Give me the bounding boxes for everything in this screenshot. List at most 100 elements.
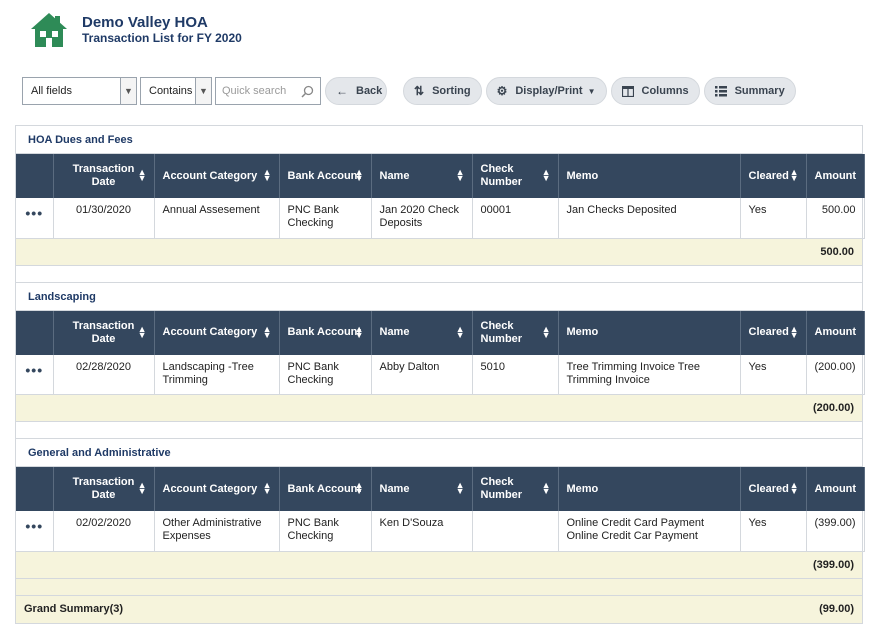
search-input[interactable]: Quick search	[215, 77, 321, 105]
col-label: Amount	[814, 326, 857, 338]
col-label: Memo	[566, 326, 599, 338]
col-label: Bank Account	[287, 169, 362, 182]
grand-summary-amount: (99.00)	[819, 603, 854, 615]
col-label: Memo	[566, 169, 599, 182]
group-subtotal: (399.00)	[16, 551, 862, 579]
col-account-category[interactable]: Account Category ▲ ▼	[154, 467, 280, 511]
col-label: Name	[379, 169, 410, 182]
cell-cleared: Yes	[740, 198, 807, 239]
table-row[interactable]: ••• 02/02/2020 Other Administrative Expe…	[16, 511, 865, 552]
search-icon[interactable]	[301, 85, 314, 98]
table-row[interactable]: ••• 02/28/2020 Landscaping -Tree Trimmin…	[16, 354, 865, 395]
col-account-category[interactable]: Account Category ▲ ▼	[154, 154, 280, 198]
col-label: Check Number	[480, 319, 523, 345]
col-label: Check Number	[480, 163, 523, 188]
col-transaction-date[interactable]: Transaction Date ▲ ▼	[53, 310, 155, 355]
sort-icon: ▲ ▼	[541, 167, 551, 183]
sort-icon: ▲ ▼	[789, 323, 799, 340]
col-label: Account Category	[162, 169, 258, 182]
group-subtotal: (200.00)	[16, 395, 862, 422]
caret-down-icon: ▼	[587, 86, 596, 96]
col-bank-account[interactable]: Bank Account ▲ ▼	[279, 154, 372, 198]
chevron-down-icon: ▼	[195, 78, 211, 104]
arrow-left-icon: ←	[336, 84, 348, 98]
field-select[interactable]: All fields ▼	[22, 77, 137, 105]
transaction-table: Transaction Date ▲ ▼ Account Category ▲ ▼ Ba…	[16, 467, 865, 552]
sort-icon: ▲ ▼	[354, 480, 364, 496]
col-name[interactable]: Name ▲ ▼	[371, 154, 473, 198]
sort-icon: ▲ ▼	[137, 480, 147, 496]
table-header-row: Transaction Date ▲ ▼ Account Category ▲ ▼ Ba…	[16, 154, 865, 198]
col-account-category[interactable]: Account Category ▲ ▼	[154, 310, 280, 355]
col-check-number[interactable]: Check Number ▲ ▼	[472, 154, 559, 198]
transaction-report: HOA Dues and Fees Transaction Date ▲ ▼ Acc…	[15, 125, 865, 624]
col-amount[interactable]: Amount	[806, 154, 865, 198]
summary-label: Summary	[734, 85, 785, 97]
col-label: Name	[379, 482, 410, 495]
ellipsis-icon[interactable]: •••	[16, 511, 54, 552]
col-label: Name	[379, 326, 410, 338]
col-name[interactable]: Name ▲ ▼	[371, 467, 473, 511]
col-name[interactable]: Name ▲ ▼	[371, 310, 473, 355]
col-memo[interactable]: Memo	[558, 154, 741, 198]
sort-icon: ▲ ▼	[262, 323, 272, 340]
chevron-down-icon: ▼	[120, 78, 136, 104]
transaction-table: Transaction Date ▲ ▼ Account Category ▲ ▼ Ba…	[16, 154, 865, 239]
grand-summary-row: Grand Summary(3) (99.00)	[16, 595, 862, 623]
col-transaction-date[interactable]: Transaction Date ▲ ▼	[53, 467, 155, 511]
summary-button[interactable]: Summary	[703, 77, 796, 105]
display-print-button[interactable]: ⚙ Display/Print ▼	[485, 77, 607, 105]
group-spacer	[16, 422, 862, 439]
columns-button[interactable]: Columns	[610, 77, 700, 105]
cell-memo: Tree Trimming Invoice Tree Trimming Invo…	[558, 354, 741, 395]
col-cleared[interactable]: Cleared ▲ ▼	[740, 310, 807, 355]
ellipsis-icon[interactable]: •••	[16, 354, 54, 395]
col-cleared[interactable]: Cleared ▲ ▼	[740, 467, 807, 511]
col-label: Amount	[814, 482, 857, 495]
col-label: Amount	[814, 169, 857, 182]
sorting-button[interactable]: ⇅ Sorting	[403, 77, 482, 105]
cell-check: 00001	[472, 198, 559, 239]
col-memo[interactable]: Memo	[558, 467, 741, 511]
cell-check: 5010	[472, 354, 559, 395]
cell-bank: PNC Bank Checking	[279, 354, 372, 395]
col-menu	[16, 467, 54, 511]
field-select-value: All fields	[31, 85, 72, 97]
col-check-number[interactable]: Check Number ▲ ▼	[472, 467, 559, 511]
cell-cleared: Yes	[740, 511, 807, 552]
app-title: Demo Valley HOA	[82, 14, 208, 31]
sort-icon: ▲ ▼	[455, 167, 465, 183]
cell-check	[472, 511, 559, 552]
col-amount[interactable]: Amount	[806, 310, 865, 355]
gear-icon: ⚙	[496, 84, 508, 98]
ellipsis-icon[interactable]: •••	[16, 198, 54, 239]
table-row[interactable]: ••• 01/30/2020 Annual Assesement PNC Ban…	[16, 198, 865, 239]
col-transaction-date[interactable]: Transaction Date ▲ ▼	[53, 154, 155, 198]
col-cleared[interactable]: Cleared ▲ ▼	[740, 154, 807, 198]
group-title: HOA Dues and Fees	[16, 126, 862, 154]
col-bank-account[interactable]: Bank Account ▲ ▼	[279, 467, 372, 511]
cell-cleared: Yes	[740, 354, 807, 395]
group-spacer	[16, 265, 862, 283]
col-check-number[interactable]: Check Number ▲ ▼	[472, 310, 559, 355]
col-amount[interactable]: Amount	[806, 467, 865, 511]
col-label: Transaction Date	[72, 163, 135, 188]
operator-select[interactable]: Contains ▼	[140, 77, 212, 105]
col-label: Transaction Date	[72, 319, 135, 345]
cell-bank: PNC Bank Checking	[279, 198, 372, 239]
cell-amount: (200.00)	[806, 354, 865, 395]
cell-amount: (399.00)	[806, 511, 865, 552]
group-title: Landscaping	[16, 282, 862, 311]
back-label: Back	[356, 85, 383, 97]
columns-label: Columns	[641, 85, 689, 97]
sort-icon: ▲ ▼	[789, 167, 799, 183]
cell-memo: Jan Checks Deposited	[558, 198, 741, 239]
cell-memo: Online Credit Card Payment Online Credit…	[558, 511, 741, 552]
display-print-label: Display/Print	[515, 85, 583, 97]
col-memo[interactable]: Memo	[558, 310, 741, 355]
col-bank-account[interactable]: Bank Account ▲ ▼	[279, 310, 372, 355]
sort-icon: ▲ ▼	[455, 323, 465, 340]
back-button[interactable]: ← Back	[325, 77, 387, 105]
operator-select-value: Contains	[149, 85, 193, 97]
col-label: Cleared	[748, 326, 789, 338]
